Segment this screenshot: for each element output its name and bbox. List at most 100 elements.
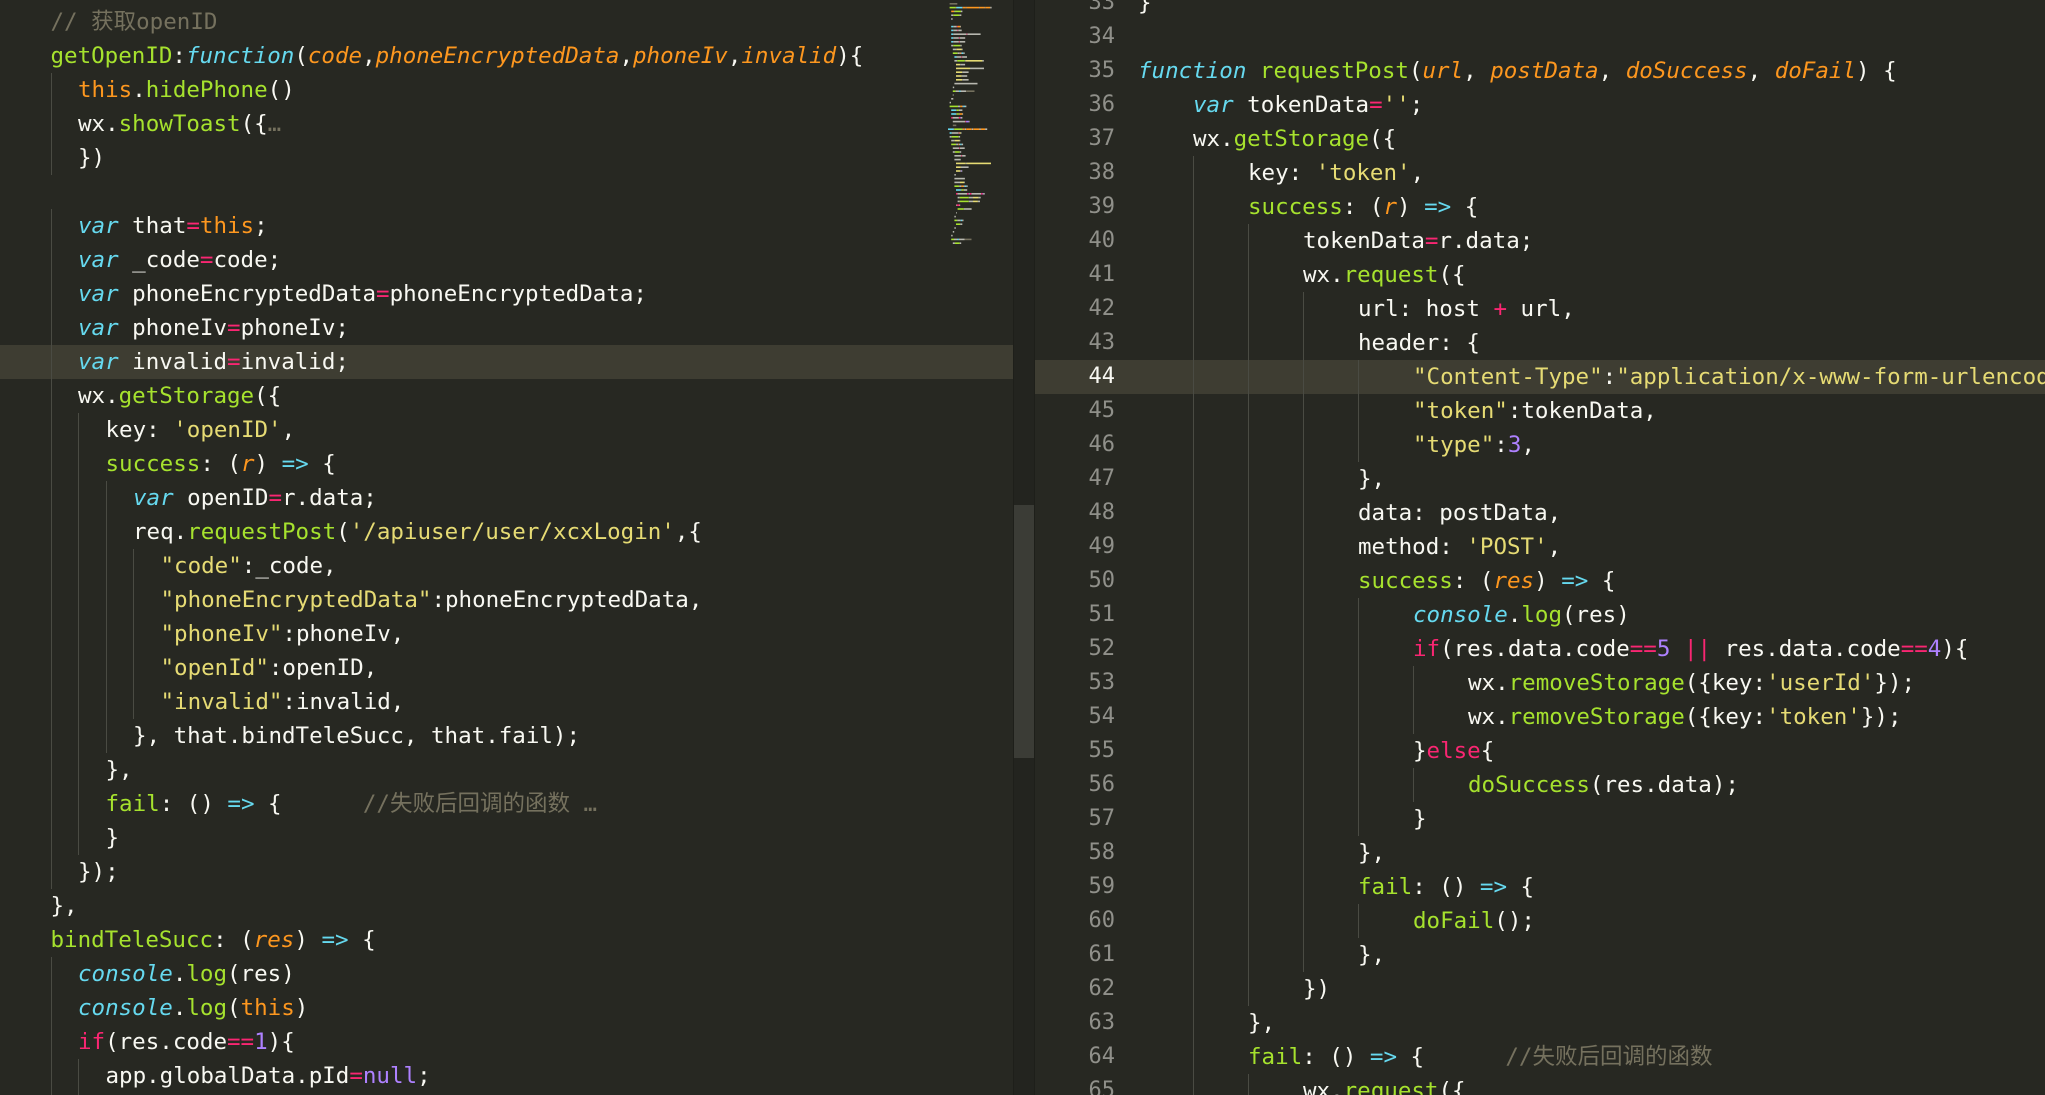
code-line[interactable]: 60 doFail(); xyxy=(1035,904,2045,938)
code-line[interactable]: 63}, xyxy=(1035,1006,2045,1040)
code-line[interactable]: 64 fail: () => { //失败后回调的函数 xyxy=(1035,1040,2045,1074)
line-number: 52 xyxy=(1088,636,1116,661)
code-line[interactable]: 51 console.log(res) xyxy=(1035,598,2045,632)
minimap-mark xyxy=(957,52,960,54)
code-line[interactable]: } xyxy=(0,821,1013,855)
code-line[interactable]: success: (r) => { xyxy=(0,447,1013,481)
code-line[interactable]: 37 wx.getStorage({ xyxy=(1035,122,2045,156)
code-line[interactable]: bindTeleSucc: (res) => { xyxy=(0,923,1013,957)
code-line[interactable]: 55}else{ xyxy=(1035,734,2045,768)
indent-guide xyxy=(1193,224,1194,258)
minimap-mark xyxy=(956,109,957,111)
code-line[interactable]: 41 wx.request({ xyxy=(1035,258,2045,292)
code-line[interactable]: var _code=code; xyxy=(0,243,1013,277)
indent-guide xyxy=(1248,666,1249,700)
code-token: = xyxy=(227,349,241,375)
code-line[interactable]: var invalid=invalid; xyxy=(0,345,1013,379)
code-line[interactable]: 39 success: (r) => { xyxy=(1035,190,2045,224)
code-line[interactable]: this.hidePhone() xyxy=(0,73,1013,107)
code-line[interactable]: }) xyxy=(0,141,1013,175)
code-token: } xyxy=(1413,738,1427,764)
code-line[interactable]: 45 "token":tokenData, xyxy=(1035,394,2045,428)
code-line[interactable]: "phoneIv":phoneIv, xyxy=(0,617,1013,651)
code-line[interactable]: 33} xyxy=(1035,0,2045,20)
code-token: }) xyxy=(1303,976,1331,1002)
indent-guide xyxy=(1193,258,1194,292)
code-line[interactable]: 44 "Content-Type":"application/x-www-form… xyxy=(1035,360,2045,394)
code-line[interactable]: 58}, xyxy=(1035,836,2045,870)
code-line[interactable]: }); xyxy=(0,855,1013,889)
code-line[interactable]: if(res.code==1){ xyxy=(0,1025,1013,1059)
code-line[interactable]: 36 var tokenData=''; xyxy=(1035,88,2045,122)
code-line[interactable]: 52 if(res.data.code==5 || res.data.code==… xyxy=(1035,632,2045,666)
code-line[interactable]: // 获取openID xyxy=(0,5,1013,39)
minimap-mark xyxy=(951,10,954,13)
code-token: , xyxy=(1747,58,1775,84)
code-line[interactable]: 54 wx.removeStorage({key:'token'}); xyxy=(1035,700,2045,734)
code-line[interactable]: 62}) xyxy=(1035,972,2045,1006)
code-line[interactable]: 49 method: 'POST', xyxy=(1035,530,2045,564)
code-line[interactable]: }, that.bindTeleSucc, that.fail); xyxy=(0,719,1013,753)
code-line[interactable]: fail: () => { //失败后回调的函数 … xyxy=(0,787,1013,821)
minimap-mark xyxy=(959,41,966,43)
code-line[interactable]: "invalid":invalid, xyxy=(0,685,1013,719)
code-line[interactable]: req.requestPost('/apiuser/user/xcxLogin'… xyxy=(0,515,1013,549)
scrollbar-thumb[interactable] xyxy=(1014,505,1034,758)
code-line[interactable]: "phoneEncryptedData":phoneEncryptedData, xyxy=(0,583,1013,617)
code-line[interactable]: var phoneIv=phoneIv; xyxy=(0,311,1013,345)
code-line[interactable]: getOpenID:function(code,phoneEncryptedDa… xyxy=(0,39,1013,73)
code-line[interactable]: wx.showToast({… xyxy=(0,107,1013,141)
right-editor-pane[interactable]: 33} 34 35 function requestPost(url, postDat… xyxy=(1035,0,2045,1095)
code-line[interactable]: var that=this; xyxy=(0,209,1013,243)
code-line[interactable]: 38 key: 'token', xyxy=(1035,156,2045,190)
code-line[interactable]: 53 wx.removeStorage({key:'userId'}); xyxy=(1035,666,2045,700)
code-token: : xyxy=(1494,432,1508,458)
code-line[interactable]: var phoneEncryptedData=phoneEncryptedDat… xyxy=(0,277,1013,311)
code-line[interactable]: 43 header: { xyxy=(1035,326,2045,360)
code-line[interactable]: app.globalData.pId=null; xyxy=(0,1059,1013,1093)
minimap[interactable] xyxy=(946,0,1013,270)
indent-guide xyxy=(50,481,52,515)
code-line[interactable]: }, xyxy=(0,753,1013,787)
code-token: url: host xyxy=(1358,296,1494,322)
code-token: this xyxy=(240,995,295,1021)
code-line[interactable]: 61}, xyxy=(1035,938,2045,972)
code-line[interactable]: key: 'openID', xyxy=(0,413,1013,447)
indent-guide xyxy=(50,821,52,855)
minimap-mark xyxy=(980,128,986,130)
code-line[interactable]: }, xyxy=(0,889,1013,923)
code-line[interactable]: console.log(res) xyxy=(0,957,1013,991)
code-line[interactable]: var openID=r.data; xyxy=(0,481,1013,515)
code-line[interactable]: 48 data: postData, xyxy=(1035,496,2045,530)
code-line[interactable]: 34 xyxy=(1035,20,2045,54)
code-line[interactable]: "code":_code, xyxy=(0,549,1013,583)
minimap-mark xyxy=(960,25,961,28)
code-token: console xyxy=(78,995,173,1021)
code-line[interactable]: 57} xyxy=(1035,802,2045,836)
minimap-mark xyxy=(951,29,954,32)
minimap-mark xyxy=(973,128,980,130)
code-line[interactable]: wx.getStorage({ xyxy=(0,379,1013,413)
minimap-mark xyxy=(978,196,981,199)
minimap-mark xyxy=(960,52,962,54)
code-line[interactable]: 47}, xyxy=(1035,462,2045,496)
code-line[interactable]: "openId":openID, xyxy=(0,651,1013,685)
code-line[interactable]: 50 success: (res) => { xyxy=(1035,564,2045,598)
code-token: phoneIv xyxy=(633,43,728,69)
code-line[interactable]: console.log(this) xyxy=(0,991,1013,1025)
code-line[interactable]: 40 tokenData=r.data; xyxy=(1035,224,2045,258)
code-line[interactable]: 56 doSuccess(res.data); xyxy=(1035,768,2045,802)
minimap-mark xyxy=(960,189,962,191)
minimap-mark xyxy=(965,120,967,123)
code-line[interactable]: 35 function requestPost(url, postData, do… xyxy=(1035,54,2045,88)
left-editor-pane[interactable]: // 获取openID getOpenID:function(code,phone… xyxy=(0,0,1013,1095)
code-line[interactable]: 65 wx.request({ xyxy=(1035,1074,2045,1095)
line-number: 55 xyxy=(1088,738,1116,763)
minimap-mark xyxy=(961,170,963,172)
code-token: 'token' xyxy=(1315,160,1411,186)
indent-guide xyxy=(1358,904,1359,938)
code-line[interactable]: 42 url: host + url, xyxy=(1035,292,2045,326)
code-line[interactable] xyxy=(0,175,1013,209)
code-line[interactable]: 59 fail: () => { xyxy=(1035,870,2045,904)
code-line[interactable]: 46 "type":3, xyxy=(1035,428,2045,462)
